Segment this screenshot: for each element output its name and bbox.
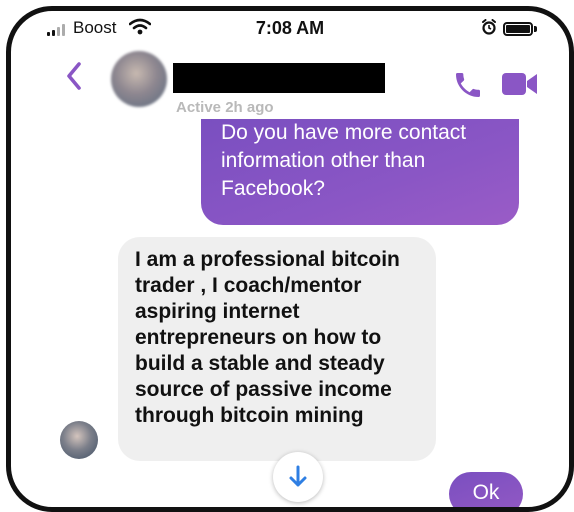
conversation-header: Active 2h ago xyxy=(11,45,569,116)
message-line: information other than xyxy=(221,149,426,172)
phone-icon[interactable] xyxy=(452,69,484,101)
alarm-clock-icon xyxy=(482,19,496,35)
message-line: aspiring internet xyxy=(135,300,300,323)
contact-avatar[interactable] xyxy=(111,51,167,107)
contact-name-redacted[interactable] xyxy=(173,63,385,93)
battery-icon xyxy=(503,22,533,36)
active-status: Active 2h ago xyxy=(176,99,274,116)
message-line: source of passive income xyxy=(135,378,392,401)
quick-reply-ok-button[interactable]: Ok xyxy=(449,472,523,507)
phone-screen: Boost 7:08 AM Active 2h ago Do you have … xyxy=(6,6,574,512)
chevron-left-icon[interactable] xyxy=(65,61,83,91)
message-line: trader , I coach/mentor xyxy=(135,274,362,297)
message-line: Facebook? xyxy=(221,177,325,200)
sender-avatar[interactable] xyxy=(60,421,98,459)
message-line: build a stable and steady xyxy=(135,352,385,375)
outgoing-message-bubble[interactable]: Do you have more contact information oth… xyxy=(201,119,519,225)
status-bar: Boost 7:08 AM xyxy=(11,11,569,45)
scroll-to-bottom-button[interactable] xyxy=(273,452,323,502)
incoming-message-bubble[interactable]: I am a professional bitcoin trader , I c… xyxy=(118,237,436,461)
arrow-down-icon xyxy=(289,465,307,487)
battery-tip xyxy=(534,26,537,32)
message-line: entrepreneurs on how to xyxy=(135,326,382,349)
message-line: Do you have more contact xyxy=(221,121,467,144)
video-camera-icon[interactable] xyxy=(501,71,539,97)
message-line: I am a professional bitcoin xyxy=(135,248,400,271)
message-line: through bitcoin mining xyxy=(135,404,364,427)
